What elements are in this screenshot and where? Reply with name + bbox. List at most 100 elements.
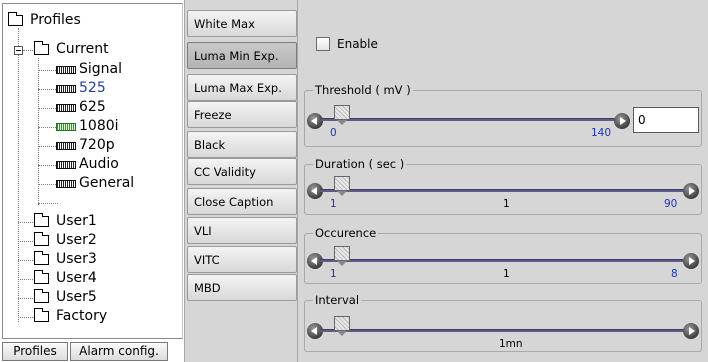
tree-item-factory[interactable]: Factory	[3, 307, 173, 326]
menu-cc-validity[interactable]: CC Validity	[187, 158, 297, 185]
threshold-group: Threshold ( mV ) 0 140 0	[304, 83, 702, 147]
threshold-increment-button[interactable]	[614, 113, 630, 129]
menu-freeze[interactable]: Freeze	[187, 101, 297, 128]
interval-increment-button[interactable]	[683, 323, 699, 339]
card-icon	[56, 104, 76, 112]
folder-icon	[8, 12, 23, 26]
card-icon	[56, 123, 76, 131]
threshold-slider-track[interactable]	[320, 118, 616, 121]
tree-item-label: Signal	[79, 61, 123, 77]
tree-item-audio[interactable]: Audio	[3, 155, 173, 174]
tree-item-profiles[interactable]: Profiles	[3, 11, 173, 30]
folder-icon	[34, 213, 49, 227]
arrow-right-icon	[689, 257, 695, 265]
duration-increment-button[interactable]	[683, 183, 699, 199]
occurence-group: Occurence 1 1 8	[304, 226, 702, 284]
interval-slider-track[interactable]	[320, 329, 688, 332]
tree-item-current[interactable]: Current	[3, 40, 173, 59]
tree-item-label: 525	[79, 80, 106, 96]
duration-min-label: 1	[330, 198, 337, 210]
tree-item-label: General	[79, 175, 135, 191]
folder-icon	[34, 41, 49, 55]
threshold-title: Threshold ( mV )	[313, 83, 413, 97]
occurence-current-value: 1	[503, 268, 510, 280]
arrow-left-icon	[311, 257, 317, 265]
menu-white-max[interactable]: White Max	[187, 10, 297, 37]
tab-alarm-config[interactable]: Alarm config.	[70, 342, 168, 361]
profile-tree: Profiles Current Signal 525 625 1080i 72…	[2, 3, 183, 339]
tree-item-625[interactable]: 625	[3, 98, 173, 117]
occurence-slider-track[interactable]	[320, 259, 688, 262]
folder-icon	[34, 251, 49, 265]
occurence-title: Occurence	[313, 226, 379, 240]
arrow-right-icon	[620, 117, 626, 125]
card-icon	[56, 142, 76, 150]
tree-connector	[38, 203, 58, 204]
arrow-left-icon	[311, 117, 317, 125]
tree-item-user1[interactable]: User1	[3, 212, 173, 231]
tree-item-label: User1	[56, 213, 97, 229]
menu-vli[interactable]: VLI	[187, 217, 297, 244]
folder-icon	[34, 232, 49, 246]
tree-item-signal[interactable]: Signal	[3, 60, 173, 79]
card-icon	[56, 66, 76, 74]
tree-item-user2[interactable]: User2	[3, 231, 173, 250]
menu-vitc[interactable]: VITC	[187, 246, 297, 273]
tree-item-user4[interactable]: User4	[3, 269, 173, 288]
threshold-min-label: 0	[330, 127, 337, 139]
arrow-right-icon	[689, 327, 695, 335]
duration-title: Duration ( sec )	[313, 157, 407, 171]
enable-checkbox[interactable]	[316, 37, 330, 51]
tree-item-label: User2	[56, 232, 97, 248]
interval-group: Interval 1mn	[304, 293, 702, 352]
interval-slider-thumb[interactable]	[334, 316, 350, 336]
tree-item-525[interactable]: 525	[3, 79, 173, 98]
duration-slider-thumb[interactable]	[334, 176, 350, 196]
duration-max-label: 90	[664, 198, 678, 210]
arrow-right-icon	[689, 187, 695, 195]
card-icon	[56, 161, 76, 169]
tree-item-label: User4	[56, 270, 97, 286]
card-icon	[56, 180, 76, 188]
menu-mbd[interactable]: MBD	[187, 274, 297, 301]
tab-profiles[interactable]: Profiles	[2, 342, 68, 361]
tree-item-label: Audio	[79, 156, 119, 172]
folder-icon	[34, 270, 49, 284]
tree-item-label: 1080i	[79, 118, 119, 134]
interval-current-value: 1mn	[499, 338, 523, 350]
menu-black[interactable]: Black	[187, 131, 297, 158]
menu-luma-max-exp[interactable]: Luma Max Exp.	[187, 74, 297, 101]
tree-item-label: User3	[56, 251, 97, 267]
arrow-left-icon	[311, 327, 317, 335]
occurence-min-label: 1	[330, 268, 337, 280]
menu-luma-min-exp[interactable]: Luma Min Exp.	[187, 42, 297, 69]
tree-item-label: 720p	[79, 137, 115, 153]
tree-item-720p[interactable]: 720p	[3, 136, 173, 155]
alarm-menu: White Max Luma Min Exp. Luma Max Exp. Fr…	[184, 0, 298, 362]
folder-icon	[34, 308, 49, 322]
threshold-decrement-button[interactable]	[307, 113, 323, 129]
card-icon	[56, 85, 76, 93]
menu-close-caption[interactable]: Close Caption	[187, 188, 297, 215]
threshold-max-label: 140	[591, 127, 612, 139]
threshold-value-field[interactable]: 0	[633, 107, 699, 133]
interval-title: Interval	[313, 293, 362, 307]
duration-slider-track[interactable]	[320, 189, 688, 192]
settings-panel: Enable Threshold ( mV ) 0 140 0 Duration…	[298, 0, 708, 362]
occurence-slider-thumb[interactable]	[334, 246, 350, 266]
tree-item-label: 625	[79, 99, 106, 115]
arrow-left-icon	[311, 187, 317, 195]
occurence-increment-button[interactable]	[683, 253, 699, 269]
tree-panel: Profiles Current Signal 525 625 1080i 72…	[0, 0, 184, 362]
threshold-slider-thumb[interactable]	[334, 105, 350, 125]
tree-item-general[interactable]: General	[3, 174, 173, 193]
duration-group: Duration ( sec ) 1 1 90	[304, 157, 702, 215]
tree-item-label: Current	[56, 41, 109, 57]
tree-item-label: Factory	[56, 308, 108, 324]
tree-item-1080i[interactable]: 1080i	[3, 117, 173, 136]
enable-label: Enable	[337, 37, 378, 51]
occurence-max-label: 8	[671, 268, 678, 280]
tree-item-user3[interactable]: User3	[3, 250, 173, 269]
tree-item-user5[interactable]: User5	[3, 288, 173, 307]
folder-icon	[34, 289, 49, 303]
